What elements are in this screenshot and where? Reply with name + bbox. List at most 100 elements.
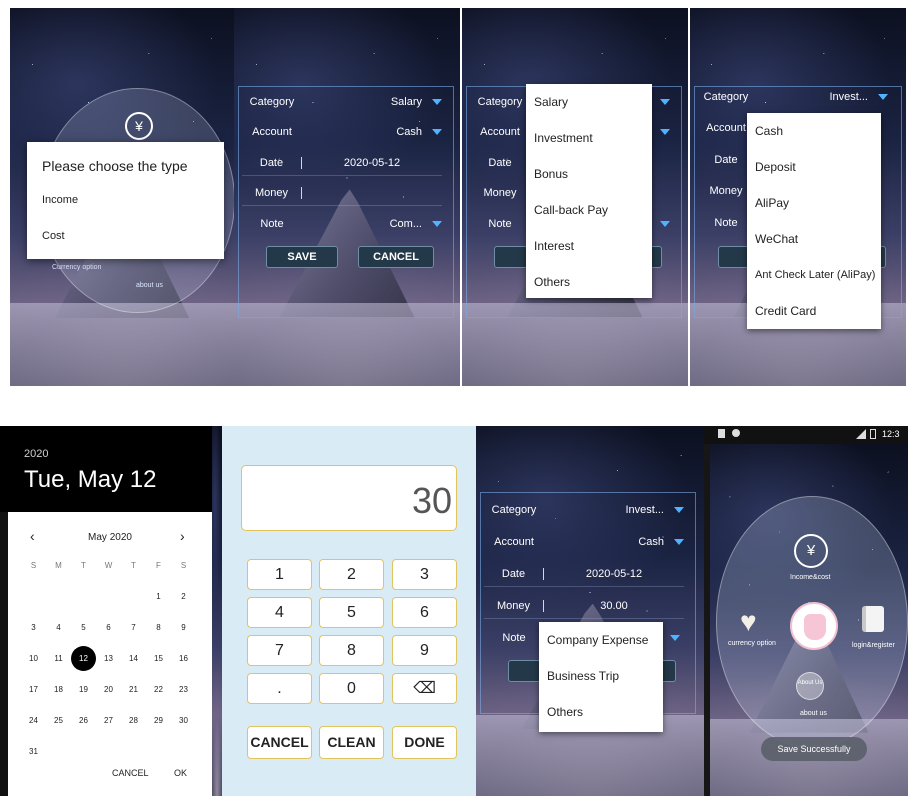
about-us-bubble-text: About Us	[797, 680, 823, 686]
money-label: Money	[483, 187, 517, 199]
cat-icon	[804, 614, 826, 640]
done-button[interactable]: DONE	[392, 726, 457, 759]
calendar-day[interactable]: 10	[21, 646, 46, 677]
calendar-day[interactable]: 25	[46, 708, 71, 739]
calendar-day[interactable]: 22	[146, 677, 171, 708]
chevron-down-icon[interactable]	[432, 129, 442, 135]
calendar-day[interactable]: 2	[171, 584, 196, 615]
menu-item-ant-check-later[interactable]: Ant Check Later (AliPay)	[747, 257, 881, 293]
menu-item-wechat[interactable]: WeChat	[747, 221, 881, 257]
category-label: Category	[249, 96, 295, 108]
key-2[interactable]: 2	[319, 559, 384, 590]
menu-item-cash[interactable]: Cash	[747, 113, 881, 149]
calendar-day[interactable]: 20	[96, 677, 121, 708]
chevron-down-icon[interactable]	[674, 539, 684, 545]
chevron-right-icon[interactable]: ›	[180, 528, 185, 544]
chevron-down-icon[interactable]	[432, 99, 442, 105]
row-note[interactable]: Note Com...	[242, 211, 450, 237]
menu-item-investment[interactable]: Investment	[526, 120, 652, 156]
calendar-day[interactable]: 18	[46, 677, 71, 708]
key-3[interactable]: 3	[392, 559, 457, 590]
key-decimal[interactable]: .	[247, 673, 312, 704]
calendar-day[interactable]: 19	[71, 677, 96, 708]
key-5[interactable]: 5	[319, 597, 384, 628]
menu-item-bonus[interactable]: Bonus	[526, 156, 652, 192]
calendar-day[interactable]: 31	[21, 739, 46, 770]
calendar-day[interactable]: 4	[46, 615, 71, 646]
menu-item-alipay[interactable]: AliPay	[747, 185, 881, 221]
account-value: Cash	[638, 536, 664, 548]
menu-item-callback-pay[interactable]: Call-back Pay	[526, 192, 652, 228]
category-value: Salary	[390, 96, 422, 108]
menu-item-company-expense[interactable]: Company Expense	[539, 622, 663, 658]
menu-item-interest[interactable]: Interest	[526, 228, 652, 264]
backspace-icon[interactable]: ⌫	[392, 673, 457, 704]
option-cost[interactable]: Cost	[42, 230, 65, 242]
row-money[interactable]: Money 30.00	[484, 593, 684, 619]
calendar-day[interactable]: 24	[21, 708, 46, 739]
row-category[interactable]: Category Invest...	[484, 497, 692, 523]
weekday-label: S	[30, 561, 37, 570]
calendar-day[interactable]: 8	[146, 615, 171, 646]
picker-year[interactable]: 2020	[24, 448, 48, 460]
row-date[interactable]: Date 2020-05-12	[242, 150, 442, 176]
calendar-day[interactable]: 14	[121, 646, 146, 677]
calendar-day[interactable]: 1	[146, 584, 171, 615]
chevron-down-icon[interactable]	[432, 221, 442, 227]
calendar-day[interactable]: 21	[121, 677, 146, 708]
chevron-down-icon[interactable]	[674, 507, 684, 513]
calendar-day[interactable]: 11	[46, 646, 71, 677]
calendar-day[interactable]: 26	[71, 708, 96, 739]
calendar-day[interactable]: 6	[96, 615, 121, 646]
about-us-button[interactable]: About Us	[796, 672, 824, 700]
row-category[interactable]: Category Invest...	[696, 84, 896, 110]
calendar-day[interactable]: 28	[121, 708, 146, 739]
chevron-down-icon[interactable]	[878, 94, 888, 100]
calendar-day[interactable]: 15	[146, 646, 171, 677]
key-4[interactable]: 4	[247, 597, 312, 628]
calendar-day[interactable]: 13	[96, 646, 121, 677]
calendar-day[interactable]: 7	[121, 615, 146, 646]
menu-item-others[interactable]: Others	[539, 694, 663, 730]
key-6[interactable]: 6	[392, 597, 457, 628]
calendar-day[interactable]: 30	[171, 708, 196, 739]
calendar-day-selected[interactable]: 12	[71, 646, 96, 671]
menu-item-others[interactable]: Others	[526, 264, 652, 300]
menu-item-deposit[interactable]: Deposit	[747, 149, 881, 185]
menu-item-salary[interactable]: Salary	[526, 84, 652, 120]
key-1[interactable]: 1	[247, 559, 312, 590]
calendar-day[interactable]: 29	[146, 708, 171, 739]
row-account[interactable]: Account Cash	[242, 119, 450, 145]
key-7[interactable]: 7	[247, 635, 312, 666]
contact-book-icon[interactable]	[862, 606, 884, 632]
key-8[interactable]: 8	[319, 635, 384, 666]
date-value: 2020-05-12	[343, 156, 401, 169]
calendar-day[interactable]: 17	[21, 677, 46, 708]
clean-button[interactable]: CLEAN	[319, 726, 384, 759]
menu-item-business-trip[interactable]: Business Trip	[539, 658, 663, 694]
cancel-button[interactable]: CANCEL	[358, 246, 434, 268]
income-cost-button[interactable]: ¥	[794, 534, 828, 568]
chevron-down-icon	[670, 635, 680, 641]
calendar-day[interactable]: 16	[171, 646, 196, 677]
save-button[interactable]: SAVE	[266, 246, 338, 268]
option-income[interactable]: Income	[42, 194, 78, 206]
bg-currency-label: Currency option	[52, 264, 102, 271]
calendar-day[interactable]: 3	[21, 615, 46, 646]
cancel-button[interactable]: CANCEL	[247, 726, 312, 759]
row-date[interactable]: Date 2020-05-12	[484, 561, 684, 587]
key-9[interactable]: 9	[392, 635, 457, 666]
key-0[interactable]: 0	[319, 673, 384, 704]
calendar-day[interactable]: 27	[96, 708, 121, 739]
calendar-day[interactable]: 9	[171, 615, 196, 646]
calendar-day[interactable]: 5	[71, 615, 96, 646]
menu-item-credit-card[interactable]: Credit Card	[747, 293, 881, 329]
account-label: Account	[494, 536, 534, 548]
row-category[interactable]: Category Salary	[242, 89, 450, 115]
heart-icon[interactable]: ♥	[740, 606, 757, 638]
avatar[interactable]	[790, 602, 838, 650]
calendar-day[interactable]: 23	[171, 677, 196, 708]
row-account[interactable]: Account Cash	[484, 529, 692, 555]
row-money[interactable]: Money	[242, 180, 442, 206]
note-label: Note	[260, 218, 284, 230]
